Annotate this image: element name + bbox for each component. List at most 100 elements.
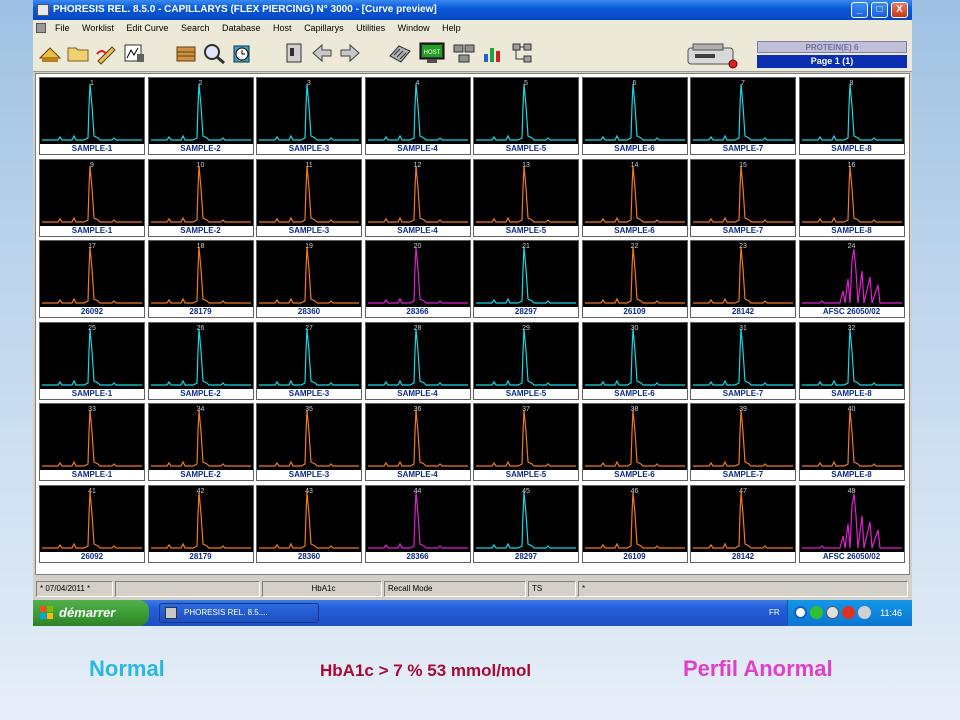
host-icon[interactable]: HOST [417, 40, 447, 66]
curve-cell[interactable]: 17 26092 [39, 240, 145, 318]
curve-cell[interactable]: 29 SAMPLE-5 [473, 321, 579, 400]
curve-cell[interactable]: 24 AFSC 26050/02 [798, 240, 905, 318]
curve-cell[interactable]: 3 SAMPLE-3 [256, 77, 362, 155]
archive-icon[interactable] [173, 40, 199, 66]
speaker-icon[interactable] [858, 606, 871, 619]
menu-database[interactable]: Database [222, 23, 261, 33]
security-icon[interactable] [826, 606, 839, 619]
curve-cell[interactable]: 38 SAMPLE-6 [581, 403, 688, 481]
maximize-button[interactable]: □ [871, 2, 888, 18]
curve-line [259, 328, 359, 386]
back-arrow-icon[interactable] [794, 606, 807, 619]
curve-cell[interactable]: 7 SAMPLE-7 [690, 77, 796, 155]
minimize-button[interactable]: _ [851, 2, 868, 18]
curve-cell[interactable]: 31 SAMPLE-7 [690, 321, 796, 400]
curve-cell[interactable]: 44 28366 [364, 484, 471, 563]
curve-cell[interactable]: 19 28360 [256, 240, 362, 318]
start-button[interactable]: démarrer [33, 600, 149, 626]
menu-capillarys[interactable]: Capillarys [304, 23, 344, 33]
menu-window[interactable]: Window [398, 23, 430, 33]
curve-cell[interactable]: 35 SAMPLE-3 [256, 403, 362, 481]
curve-cell[interactable]: 21 28297 [473, 240, 579, 318]
curve-cell[interactable]: 11 SAMPLE-3 [256, 158, 362, 237]
alert-icon[interactable] [842, 606, 855, 619]
close-button[interactable]: X [891, 2, 908, 18]
menu-utilities[interactable]: Utilities [356, 23, 385, 33]
curve-cell[interactable]: 40 SAMPLE-8 [798, 403, 905, 481]
pen-icon[interactable] [93, 40, 119, 66]
curve-cell[interactable]: 8 SAMPLE-8 [798, 77, 905, 155]
curve-label: SAMPLE-4 [397, 470, 438, 479]
curve-plot: 31 [691, 322, 795, 389]
language-indicator[interactable]: FR [769, 600, 780, 626]
curve-cell[interactable]: 13 SAMPLE-5 [473, 158, 579, 237]
curve-cell[interactable]: 32 SAMPLE-8 [798, 321, 905, 400]
curve-line [693, 409, 793, 467]
curve-cell[interactable]: 23 28142 [690, 240, 796, 318]
edit-curve-icon[interactable] [121, 40, 147, 66]
curve-cell[interactable]: 6 SAMPLE-6 [581, 77, 688, 155]
scale-icon[interactable] [37, 40, 63, 66]
menu-bar: File Worklist Edit Curve Search Database… [33, 20, 912, 36]
tree-icon[interactable] [509, 40, 535, 66]
curve-cell[interactable]: 22 26109 [581, 240, 688, 318]
curve-cell[interactable]: 27 SAMPLE-3 [256, 321, 362, 400]
curve-cell[interactable]: 25 SAMPLE-1 [39, 321, 145, 400]
curve-cell[interactable]: 2 SAMPLE-2 [147, 77, 254, 155]
search-icon[interactable] [201, 40, 227, 66]
curve-cell[interactable]: 41 26092 [39, 484, 145, 563]
curve-cell[interactable]: 47 28142 [690, 484, 796, 563]
curve-cell[interactable]: 39 SAMPLE-7 [690, 403, 796, 481]
taskbar-item-phoresis[interactable]: PHORESIS REL. 8.5.... [159, 603, 319, 623]
curve-cell[interactable]: 16 SAMPLE-8 [798, 158, 905, 237]
menu-help[interactable]: Help [442, 23, 461, 33]
curve-cell[interactable]: 10 SAMPLE-2 [147, 158, 254, 237]
curve-plot: 6 [582, 78, 687, 144]
curve-cell[interactable]: 46 26109 [581, 484, 688, 563]
curve-plot: 23 [691, 241, 795, 307]
curve-line [584, 409, 685, 467]
curve-cell[interactable]: 4 SAMPLE-4 [364, 77, 471, 155]
curve-cell[interactable]: 43 28360 [256, 484, 362, 563]
curve-cell[interactable]: 28 SAMPLE-4 [364, 321, 471, 400]
curve-cell[interactable]: 14 SAMPLE-6 [581, 158, 688, 237]
curve-number: 14 [630, 161, 639, 169]
menu-edit-curve[interactable]: Edit Curve [126, 23, 168, 33]
curve-number: 12 [413, 161, 422, 169]
curve-cell[interactable]: 26 SAMPLE-2 [147, 321, 254, 400]
machine-icon[interactable] [281, 40, 307, 66]
curve-plot: 13 [474, 159, 578, 226]
curve-cell[interactable]: 34 SAMPLE-2 [147, 403, 254, 481]
chart-icon[interactable] [479, 40, 505, 66]
curve-cell[interactable]: 5 SAMPLE-5 [473, 77, 579, 155]
network-icon[interactable] [451, 40, 477, 66]
curve-cell[interactable]: 33 SAMPLE-1 [39, 403, 145, 481]
menu-search[interactable]: Search [181, 23, 210, 33]
menu-worklist[interactable]: Worklist [82, 23, 114, 33]
curve-cell[interactable]: 15 SAMPLE-7 [690, 158, 796, 237]
clock-icon[interactable] [229, 40, 255, 66]
curve-cell[interactable]: 48 AFSC 26050/02 [798, 484, 905, 563]
curve-number: 45 [522, 487, 530, 495]
page-indicator: Page 1 (1) [757, 55, 907, 68]
curve-cell[interactable]: 36 SAMPLE-4 [364, 403, 471, 481]
arrow-right-icon[interactable] [337, 40, 363, 66]
curve-cell[interactable]: 45 28297 [473, 484, 579, 563]
curve-cell[interactable]: 30 SAMPLE-6 [581, 321, 688, 400]
curve-cell[interactable]: 18 28179 [147, 240, 254, 318]
arrow-left-icon[interactable] [309, 40, 335, 66]
curve-cell[interactable]: 12 SAMPLE-4 [364, 158, 471, 237]
curve-cell[interactable]: 20 28366 [364, 240, 471, 318]
curve-cell[interactable]: 42 28179 [147, 484, 254, 563]
curve-cell[interactable]: 37 SAMPLE-5 [473, 403, 579, 481]
curve-cell[interactable]: 1 SAMPLE-1 [39, 77, 145, 155]
folder-icon[interactable] [65, 40, 91, 66]
title-bar: PHORESIS REL. 8.5.0 - CAPILLARYS (FLEX P… [33, 0, 912, 20]
analyzer-icon [687, 43, 738, 69]
status-icon[interactable] [810, 606, 823, 619]
keyboard-icon[interactable] [387, 40, 413, 66]
curve-cell[interactable]: 9 SAMPLE-1 [39, 158, 145, 237]
menu-host[interactable]: Host [273, 23, 292, 33]
curve-svg [42, 165, 142, 223]
menu-file[interactable]: File [55, 23, 70, 33]
